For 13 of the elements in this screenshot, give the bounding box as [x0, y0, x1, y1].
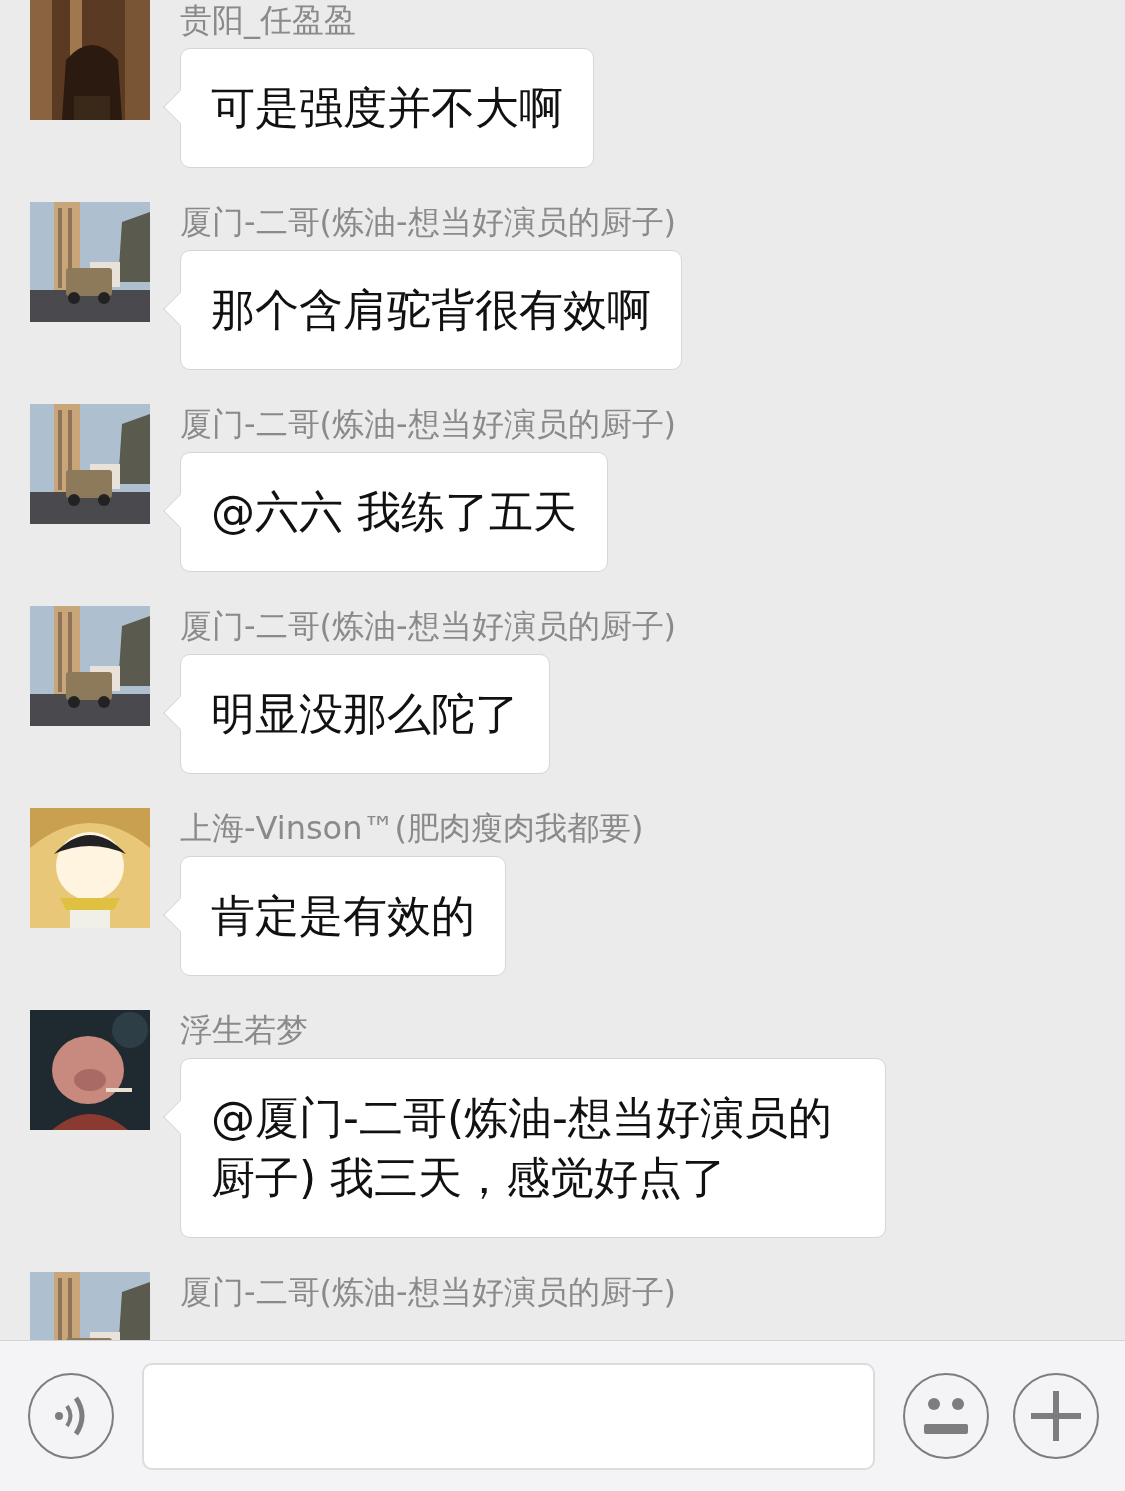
sender-name: 厦门-二哥(炼油-想当好演员的厨子) [179, 404, 677, 444]
sender-name: 上海-Vinson™(肥肉瘦肉我都要) [179, 808, 644, 848]
plus-icon [1031, 1391, 1081, 1441]
smiley-face-icon [922, 1396, 970, 1436]
sender-name: 厦门-二哥(炼油-想当好演员的厨子) [179, 606, 677, 646]
sender-name: 厦门-二哥(炼油-想当好演员的厨子) [179, 1272, 677, 1312]
message-input-field[interactable] [142, 1362, 875, 1470]
sender-name: 浮生若梦 [179, 1010, 308, 1050]
emoji-button[interactable] [903, 1373, 989, 1459]
add-button[interactable] [1013, 1373, 1099, 1459]
sender-name: 贵阳_任盈盈 [179, 0, 356, 40]
sender-name: 厦门-二哥(炼油-想当好演员的厨子) [179, 202, 677, 242]
voice-button[interactable] [28, 1373, 114, 1459]
